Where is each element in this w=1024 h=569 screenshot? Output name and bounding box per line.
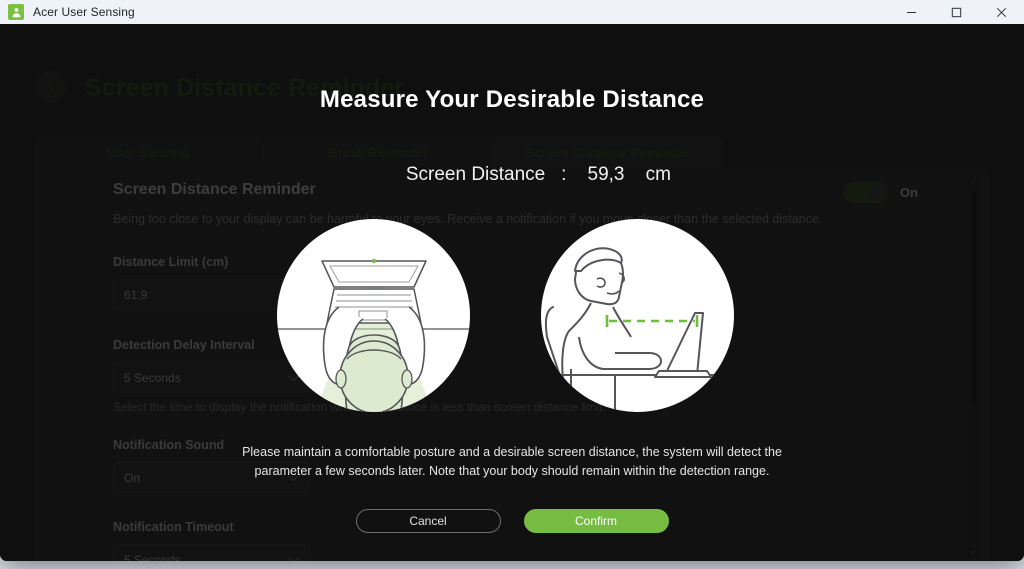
readout-value: 59,3 [587,164,625,185]
desktop-background: Acer User Sensing Screen Distance Remind… [0,0,1024,569]
window-title: Acer User Sensing [33,5,135,19]
cancel-button[interactable]: Cancel [355,509,501,533]
confirm-button[interactable]: Confirm [523,509,669,533]
readout-label: Screen Distance [405,164,546,185]
dialog-title: Measure Your Desirable Distance [319,86,705,113]
dialog-action-row: Cancel Confirm [0,509,1024,533]
minimize-button[interactable] [889,0,934,24]
window-titlebar: Acer User Sensing [0,0,1024,24]
acer-user-sensing-window: Acer User Sensing Screen Distance Remind… [0,0,1024,561]
app-icon [8,4,24,20]
top-down-laptop-detection-illustration [277,219,470,412]
app-content: Screen Distance Reminder User Sensing Br… [0,24,1024,561]
dialog-instruction-text: Please maintain a comfortable posture an… [242,445,782,479]
confirm-button-label: Confirm [574,514,617,528]
screen-distance-readout: Screen Distance : 59,3 cm [0,142,1024,208]
cancel-button-label: Cancel [409,514,447,528]
maximize-button[interactable] [934,0,979,24]
side-view-screen-distance-illustration [541,219,734,412]
close-button[interactable] [979,0,1024,24]
readout-unit: cm [645,164,671,185]
